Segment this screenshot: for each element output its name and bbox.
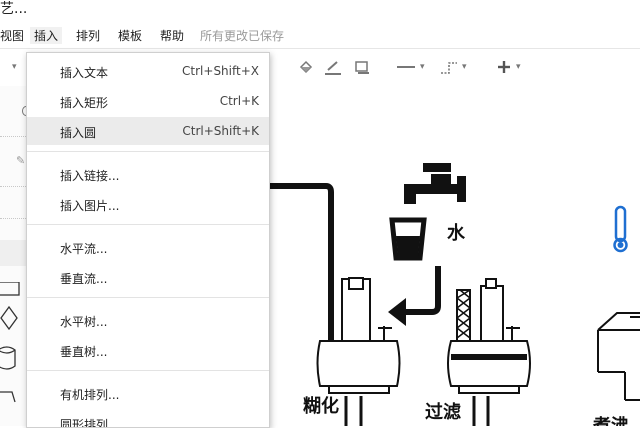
chevron-down-icon: ▾ (462, 62, 467, 72)
toolbar-dropdown-button[interactable]: ▾ (8, 56, 17, 78)
menu-item-label: 水平流... (60, 242, 108, 256)
menu-item-organic-layout[interactable]: 有机排列... (27, 379, 269, 407)
menu-item-vertical-tree[interactable]: 垂直树... (27, 336, 269, 364)
title-bar: 艺... (0, 0, 640, 22)
line-style-icon (397, 66, 415, 68)
thermometer-icon (613, 205, 628, 253)
menu-item-horizontal-flow[interactable]: 水平流... (27, 233, 269, 261)
menu-view[interactable]: 视图 (0, 27, 24, 44)
menu-item-label: 垂直树... (60, 345, 108, 359)
insert-plus-dropdown[interactable]: ▾ (496, 56, 521, 78)
filter-label[interactable]: 过滤 (425, 398, 461, 424)
fill-color-icon (299, 60, 313, 74)
process-shape-icon (0, 391, 16, 403)
cylinder-shape-icon (0, 346, 16, 370)
menu-item-label: 圆形排列 (60, 418, 109, 428)
menu-item-circle-layout[interactable]: 圆形排列 (27, 409, 269, 428)
insert-plus-icon (498, 61, 510, 73)
rectangle-shape-icon (0, 282, 20, 296)
menu-separator (27, 370, 269, 371)
diamond-shape-icon (0, 305, 18, 331)
save-status: 所有更改已保存 (200, 29, 285, 43)
menu-item-shortcut: Ctrl+K (219, 94, 259, 108)
menu-item-vertical-flow[interactable]: 垂直流... (27, 263, 269, 291)
menu-item-label: 插入链接... (60, 169, 120, 183)
menu-help[interactable]: 帮助 (160, 27, 184, 44)
menu-item-insert-link[interactable]: 插入链接... (27, 160, 269, 188)
document-title[interactable]: 艺... (0, 0, 27, 18)
shadow-icon (355, 61, 369, 74)
chevron-down-icon: ▾ (420, 62, 425, 72)
menu-item-label: 插入圆 (60, 126, 97, 140)
line-color-icon (325, 61, 341, 75)
boil-tank-icon (597, 312, 640, 401)
menu-item-insert-text[interactable]: 插入文本 Ctrl+Shift+X (27, 57, 269, 85)
insert-menu-dropdown: 插入文本 Ctrl+Shift+X 插入矩形 Ctrl+K 插入圆 Ctrl+S… (26, 52, 270, 428)
menu-item-insert-rectangle[interactable]: 插入矩形 Ctrl+K (27, 87, 269, 115)
menu-item-label: 插入文本 (60, 66, 109, 80)
menu-item-label: 插入矩形 (60, 96, 109, 110)
menu-templates[interactable]: 模板 (118, 27, 142, 44)
shadow-button[interactable] (354, 56, 370, 78)
menu-item-label: 有机排列... (60, 388, 120, 402)
boil-label[interactable]: 煮沸 (593, 412, 629, 426)
menu-separator (27, 297, 269, 298)
line-color-button[interactable] (324, 56, 342, 78)
menu-insert[interactable]: 插入 (30, 27, 63, 44)
menu-arrange[interactable]: 排列 (76, 27, 100, 44)
pipe-line (260, 183, 334, 345)
menu-item-horizontal-tree[interactable]: 水平树... (27, 306, 269, 334)
fill-color-button[interactable] (298, 56, 314, 78)
pencil-icon[interactable]: ✎ (16, 154, 25, 167)
menu-item-shortcut: Ctrl+Shift+X (182, 64, 259, 78)
faucet-icon (404, 163, 466, 204)
connector-waypoint-dropdown[interactable]: ▾ (440, 56, 467, 78)
menu-item-label: 垂直流... (60, 272, 108, 286)
menu-separator (27, 224, 269, 225)
connector-waypoint-icon (441, 62, 457, 74)
gelatinize-label[interactable]: 糊化 (303, 392, 339, 418)
chevron-down-icon: ▾ (12, 62, 17, 72)
menu-item-shortcut: Ctrl+Shift+K (182, 124, 259, 138)
menu-item-label: 水平树... (60, 315, 108, 329)
menu-item-insert-image[interactable]: 插入图片... (27, 190, 269, 218)
flow-arrow (402, 266, 441, 315)
water-label[interactable]: 水 (447, 219, 465, 245)
line-style-dropdown[interactable]: ▾ (396, 56, 425, 78)
menu-separator (27, 151, 269, 152)
menu-item-insert-circle[interactable]: 插入圆 Ctrl+Shift+K (27, 117, 269, 145)
menu-item-label: 插入图片... (60, 199, 120, 213)
chevron-down-icon: ▾ (516, 62, 521, 72)
menu-bar: 视图 插入 排列 模板 帮助 所有更改已保存 (0, 22, 640, 48)
